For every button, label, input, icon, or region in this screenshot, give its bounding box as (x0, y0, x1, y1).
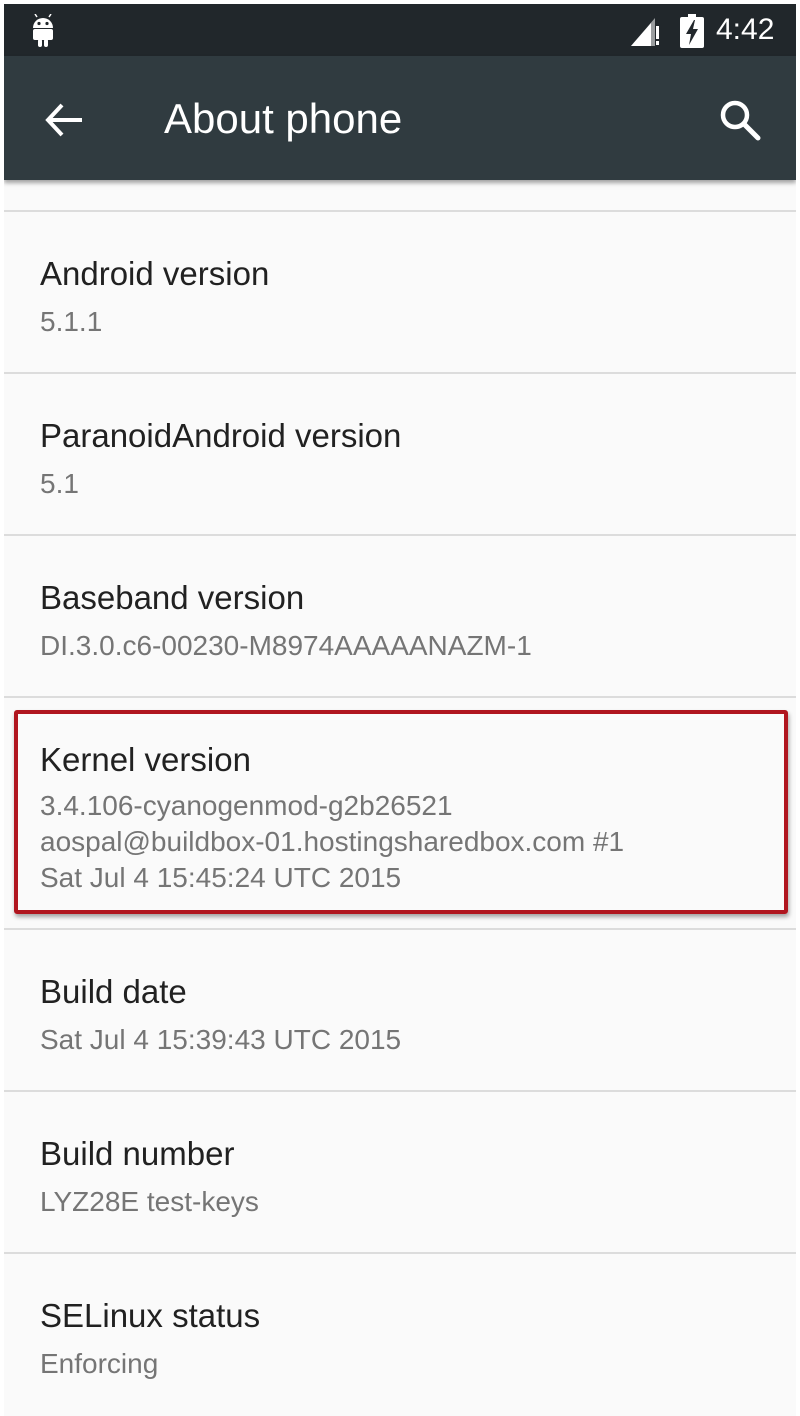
pref-android-version[interactable]: Android version 5.1.1 (4, 212, 796, 372)
battery-charging-icon (680, 14, 704, 48)
pref-build-date[interactable]: Build date Sat Jul 4 15:39:43 UTC 2015 (4, 930, 796, 1090)
pref-summary: 3.4.106-cyanogenmod-g2b26521 aospal@buil… (40, 790, 625, 893)
pref-summary: 5.1.1 (40, 306, 103, 337)
pref-summary: Enforcing (40, 1348, 159, 1379)
pref-title: Build date (40, 973, 187, 1010)
page-title: About phone (164, 95, 403, 142)
pref-title: Baseband version (40, 579, 305, 616)
pref-build-number[interactable]: Build number LYZ28E test-keys (4, 1092, 796, 1252)
pref-summary: DI.3.0.c6-00230-M8974AAAAANAZM-1 (40, 630, 532, 661)
back-arrow-icon[interactable] (40, 96, 88, 144)
screen: 4:42 About phone Android version 5.1.1 P… (4, 4, 796, 1416)
pref-title: Build number (40, 1135, 235, 1172)
pref-baseband-version[interactable]: Baseband version DI.3.0.c6-00230-M8974AA… (4, 536, 796, 696)
pref-title: Kernel version (40, 741, 251, 778)
clock: 4:42 (716, 13, 775, 46)
pref-paranoidandroid-version[interactable]: ParanoidAndroid version 5.1 (4, 374, 796, 534)
pref-summary: Sat Jul 4 15:39:43 UTC 2015 (40, 1024, 402, 1055)
pref-title: SELinux status (40, 1297, 261, 1334)
status-bar: 4:42 (4, 4, 796, 56)
pref-selinux-status[interactable]: SELinux status Enforcing (4, 1254, 796, 1414)
android-debug-icon (33, 14, 53, 47)
pref-title: Android version (40, 255, 270, 292)
signal-icon (631, 18, 659, 46)
pref-title: ParanoidAndroid version (40, 417, 402, 454)
app-toolbar: About phone (4, 56, 796, 180)
pref-summary: LYZ28E test-keys (40, 1186, 259, 1217)
pref-summary: 5.1 (40, 468, 79, 499)
pref-kernel-version[interactable]: Kernel version 3.4.106-cyanogenmod-g2b26… (4, 698, 796, 928)
search-icon[interactable] (716, 96, 764, 144)
